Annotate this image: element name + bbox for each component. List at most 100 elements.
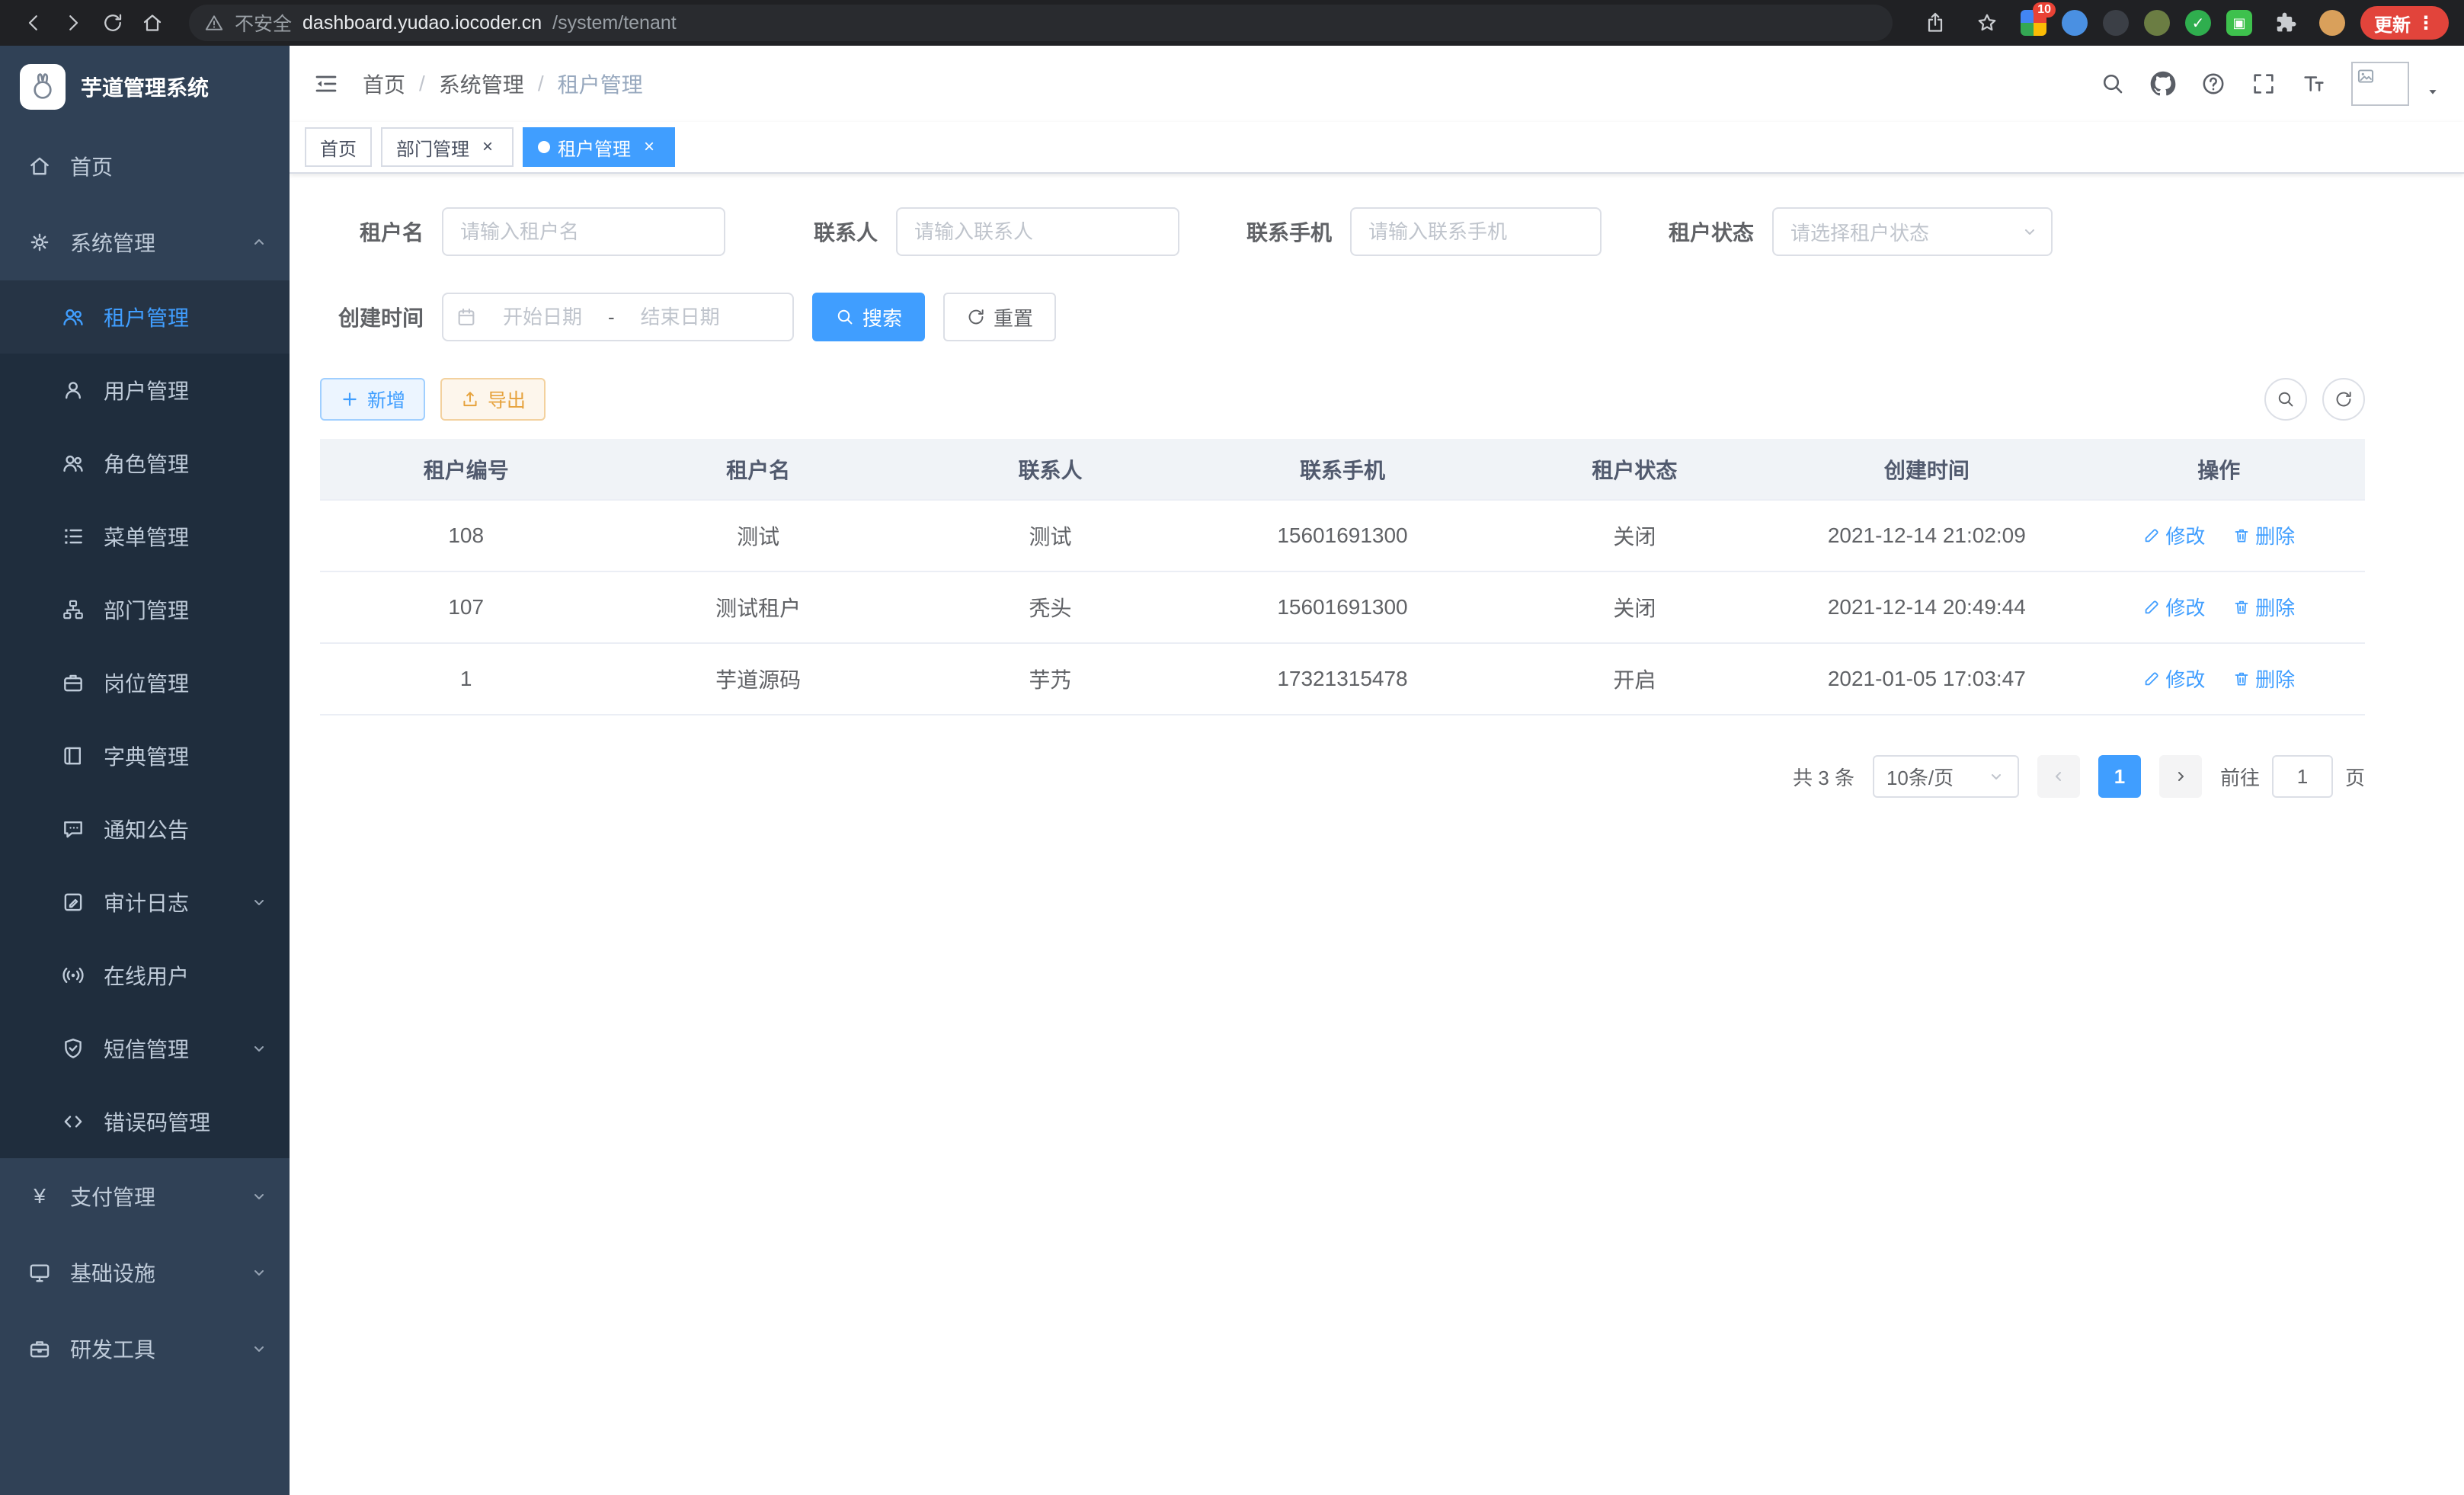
sidebar-item-payment[interactable]: ¥ 支付管理	[0, 1158, 290, 1234]
sidebar-item-audit-log[interactable]: 审计日志	[0, 866, 290, 939]
start-date-input[interactable]	[483, 306, 602, 329]
sidebar-item-dev-tools[interactable]: 研发工具	[0, 1311, 290, 1387]
bookmark-star-button[interactable]	[1969, 5, 2005, 41]
reset-button-label: 重置	[994, 303, 1033, 331]
browser-menu-dots-icon[interactable]: ⋮	[2417, 12, 2435, 34]
refresh-table-button[interactable]	[2322, 378, 2365, 421]
phone-input[interactable]	[1350, 207, 1602, 256]
page-size-select[interactable]: 10条/页	[1873, 755, 2019, 798]
delete-link[interactable]: 删除	[2232, 664, 2295, 693]
contact-input[interactable]	[896, 207, 1179, 256]
cell-tenant-id: 107	[320, 571, 612, 643]
edit-link[interactable]: 修改	[2142, 664, 2205, 693]
user-avatar[interactable]	[2351, 62, 2409, 106]
github-icon[interactable]	[2150, 71, 2176, 97]
tenant-name-input[interactable]	[442, 207, 725, 256]
cell-tenant-id: 108	[320, 500, 612, 571]
breadcrumb-home[interactable]: 首页	[363, 69, 405, 99]
home-icon	[27, 154, 52, 178]
close-icon[interactable]: ×	[477, 136, 498, 158]
tab-tenant[interactable]: 租户管理 ×	[523, 127, 675, 167]
help-icon[interactable]	[2200, 71, 2226, 97]
close-icon[interactable]: ×	[638, 136, 660, 158]
sidebar-item-dept[interactable]: 部门管理	[0, 573, 290, 646]
edit-link[interactable]: 修改	[2142, 521, 2205, 549]
app-logo[interactable]: 芋道管理系统	[0, 46, 290, 128]
cell-contact: 秃头	[904, 571, 1196, 643]
col-tenant-name: 租户名	[612, 439, 904, 500]
sidebar-item-home[interactable]: 首页	[0, 128, 290, 204]
sidebar-item-label: 用户管理	[104, 375, 189, 405]
top-navbar: 首页 / 系统管理 / 租户管理	[290, 46, 2464, 122]
breadcrumb-system[interactable]: 系统管理	[439, 69, 524, 99]
add-button-label: 新增	[367, 386, 405, 413]
sidebar-item-tenant[interactable]: 租户管理	[0, 280, 290, 354]
sidebar-item-user[interactable]: 用户管理	[0, 354, 290, 427]
end-date-input[interactable]	[621, 306, 740, 329]
search-button[interactable]: 搜索	[812, 293, 925, 341]
browser-profile-avatar[interactable]	[2319, 10, 2345, 36]
extension-olive-icon[interactable]	[2144, 10, 2170, 36]
edit-link[interactable]: 修改	[2142, 593, 2205, 621]
browser-back-button[interactable]	[15, 5, 52, 41]
export-button[interactable]: 导出	[440, 378, 546, 421]
users-icon	[61, 305, 85, 329]
sidebar-item-notice[interactable]: 通知公告	[0, 792, 290, 866]
cell-tenant-name: 测试租户	[612, 571, 904, 643]
chevron-down-icon	[250, 1263, 268, 1282]
sidebar-fold-button[interactable]	[312, 70, 340, 98]
share-button[interactable]	[1917, 5, 1954, 41]
list-icon	[61, 524, 85, 549]
cell-phone: 15601691300	[1196, 500, 1488, 571]
status-select[interactable]: 请选择租户状态	[1772, 207, 2053, 256]
sidebar-item-role[interactable]: 角色管理	[0, 427, 290, 500]
browser-update-button[interactable]: 更新 ⋮	[2360, 6, 2449, 40]
fullscreen-icon[interactable]	[2251, 71, 2277, 97]
sidebar-item-label: 部门管理	[104, 594, 189, 625]
tab-home[interactable]: 首页	[305, 127, 372, 167]
sidebar-item-label: 研发工具	[70, 1333, 155, 1364]
delete-link[interactable]: 删除	[2232, 521, 2295, 549]
sidebar-item-dict[interactable]: 字典管理	[0, 719, 290, 792]
extension-grid-icon[interactable]: 10	[2021, 10, 2046, 36]
extension-chat-icon[interactable]: ▣	[2226, 10, 2252, 36]
prev-page-button[interactable]	[2037, 755, 2080, 798]
sidebar-item-label: 支付管理	[70, 1181, 155, 1212]
extension-check-icon[interactable]: ✓	[2185, 10, 2211, 36]
delete-icon	[2232, 527, 2251, 545]
extension-blue-icon[interactable]	[2062, 10, 2088, 36]
address-bar[interactable]: 不安全 dashboard.yudao.iocoder.cn/system/te…	[189, 5, 1893, 41]
date-range-picker[interactable]: -	[442, 293, 794, 341]
edit-label: 修改	[2165, 664, 2205, 693]
cell-tenant-name: 芋道源码	[612, 643, 904, 715]
tab-dept[interactable]: 部门管理 ×	[381, 127, 514, 167]
sidebar-item-error-code[interactable]: 错误码管理	[0, 1085, 290, 1158]
toggle-search-button[interactable]	[2264, 378, 2307, 421]
next-page-button[interactable]	[2159, 755, 2202, 798]
sidebar-item-sms[interactable]: 短信管理	[0, 1012, 290, 1085]
sidebar-item-post[interactable]: 岗位管理	[0, 646, 290, 719]
font-size-icon[interactable]	[2301, 71, 2327, 97]
extension-dark-icon[interactable]	[2103, 10, 2129, 36]
add-button[interactable]: 新增	[320, 378, 425, 421]
sidebar-item-label: 岗位管理	[104, 667, 189, 698]
chevron-up-icon	[250, 233, 268, 251]
reset-button[interactable]: 重置	[943, 293, 1056, 341]
browser-home-button[interactable]	[134, 5, 171, 41]
extensions-puzzle-button[interactable]	[2267, 5, 2304, 41]
caret-down-icon[interactable]	[2424, 83, 2441, 100]
sidebar-item-online-users[interactable]: 在线用户	[0, 939, 290, 1012]
sidebar-item-menu[interactable]: 菜单管理	[0, 500, 290, 573]
tab-label: 租户管理	[558, 134, 631, 161]
sidebar-item-system[interactable]: 系统管理	[0, 204, 290, 280]
delete-link[interactable]: 删除	[2232, 593, 2295, 621]
browser-forward-button[interactable]	[55, 5, 91, 41]
goto-page-input[interactable]	[2272, 755, 2333, 798]
gear-icon	[27, 230, 52, 255]
navbar-right	[2100, 62, 2441, 106]
browser-chrome: 不安全 dashboard.yudao.iocoder.cn/system/te…	[0, 0, 2464, 46]
sidebar-item-infrastructure[interactable]: 基础设施	[0, 1234, 290, 1311]
browser-reload-button[interactable]	[94, 5, 131, 41]
page-number-1[interactable]: 1	[2098, 755, 2141, 798]
search-icon[interactable]	[2100, 71, 2126, 97]
